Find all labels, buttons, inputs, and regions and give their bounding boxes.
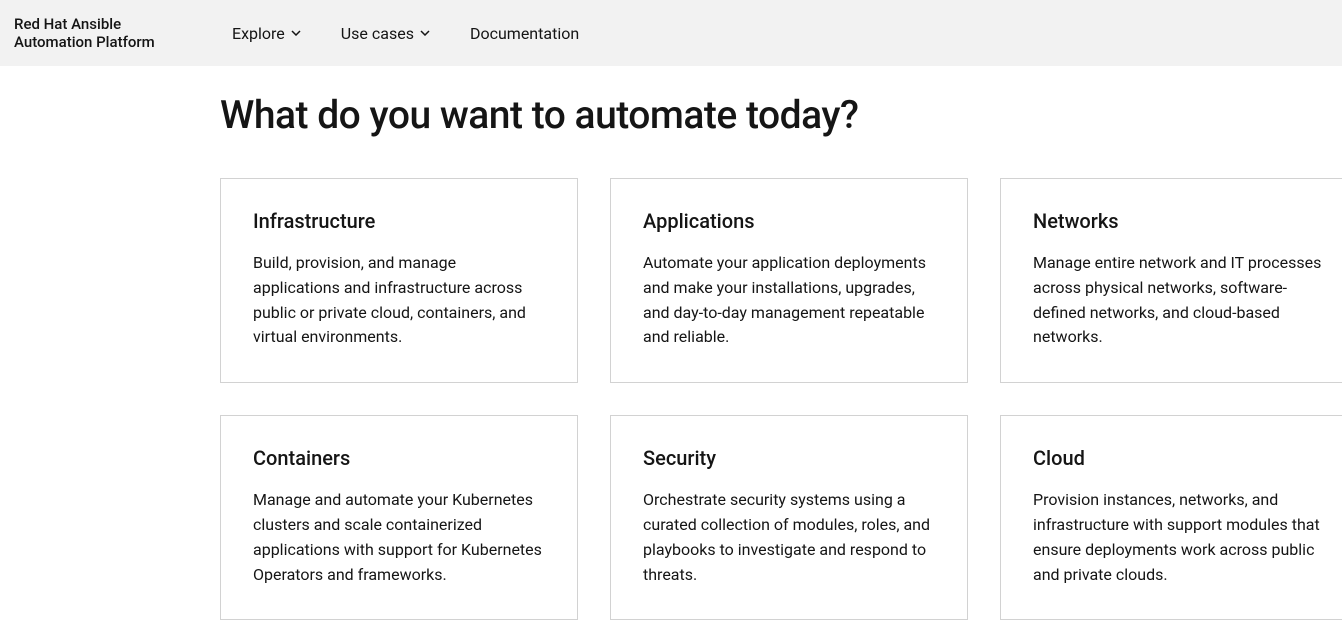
card-title: Security [643,446,935,470]
cards-grid: Infrastructure Build, provision, and man… [220,178,1342,620]
brand-line-2: Automation Platform [14,33,214,51]
chevron-down-icon [420,30,430,36]
card-desc: Orchestrate security systems using a cur… [643,488,935,587]
top-nav: Red Hat Ansible Automation Platform Expl… [0,0,1342,66]
card-title: Infrastructure [253,209,545,233]
nav-items: Explore Use cases Documentation [232,24,579,43]
card-cloud[interactable]: Cloud Provision instances, networks, and… [1000,415,1342,620]
card-security[interactable]: Security Orchestrate security systems us… [610,415,968,620]
card-title: Cloud [1033,446,1328,470]
card-desc: Manage and automate your Kubernetes clus… [253,488,545,587]
card-title: Applications [643,209,935,233]
nav-use-cases-label: Use cases [341,24,414,43]
brand-line-1: Red Hat Ansible [14,15,214,33]
card-desc: Provision instances, networks, and infra… [1033,488,1328,587]
page-title: What do you want to automate today? [220,92,1342,138]
nav-documentation-label: Documentation [470,24,579,43]
card-containers[interactable]: Containers Manage and automate your Kube… [220,415,578,620]
card-title: Networks [1033,209,1328,233]
chevron-down-icon [291,30,301,36]
card-title: Containers [253,446,545,470]
card-desc: Build, provision, and manage application… [253,251,545,350]
brand-title[interactable]: Red Hat Ansible Automation Platform [14,15,214,51]
nav-documentation[interactable]: Documentation [470,24,579,43]
card-networks[interactable]: Networks Manage entire network and IT pr… [1000,178,1342,383]
nav-use-cases[interactable]: Use cases [341,24,430,43]
nav-explore[interactable]: Explore [232,24,301,43]
card-infrastructure[interactable]: Infrastructure Build, provision, and man… [220,178,578,383]
card-desc: Manage entire network and IT processes a… [1033,251,1328,350]
card-applications[interactable]: Applications Automate your application d… [610,178,968,383]
card-desc: Automate your application deployments an… [643,251,935,350]
nav-explore-label: Explore [232,24,285,43]
main-content: What do you want to automate today? Infr… [0,66,1342,620]
